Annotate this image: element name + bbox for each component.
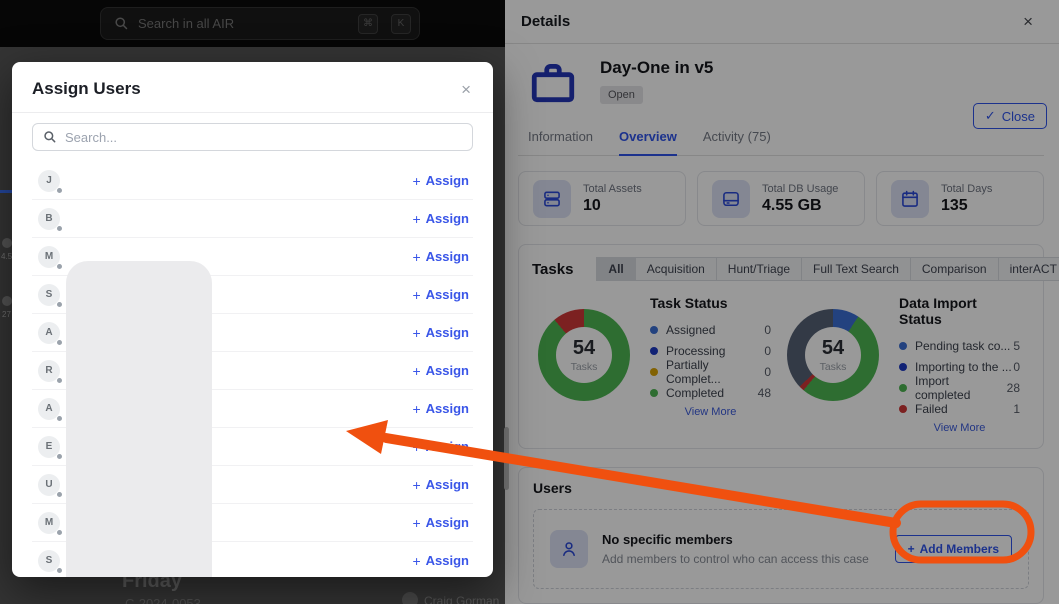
avatar-initial: A xyxy=(45,327,52,338)
assign-label: Assign xyxy=(426,363,469,378)
plus-icon: + xyxy=(412,553,420,569)
avatar: S xyxy=(38,550,60,572)
avatar-initial: S xyxy=(46,289,53,300)
global-search-input[interactable]: ⌘ K xyxy=(100,7,420,40)
global-search-field[interactable] xyxy=(138,16,345,31)
user-search-box[interactable] xyxy=(32,123,473,151)
avatar: J xyxy=(38,170,60,192)
assign-button[interactable]: + Assign xyxy=(412,249,469,265)
status-dot xyxy=(56,225,63,232)
assign-button[interactable]: + Assign xyxy=(412,439,469,455)
top-bar: ⌘ K xyxy=(0,0,505,47)
avatar-initial: A xyxy=(45,403,52,414)
screen: ⌘ K 4.5 27 Friday C-2024-0053 Craig Gorm… xyxy=(0,0,1059,604)
assign-label: Assign xyxy=(426,249,469,264)
plus-icon: + xyxy=(412,401,420,417)
avatar-initial: R xyxy=(45,365,52,376)
plus-icon: + xyxy=(412,287,420,303)
status-dot xyxy=(56,263,63,270)
status-dot xyxy=(56,567,63,574)
avatar: M xyxy=(38,512,60,534)
assign-button[interactable]: + Assign xyxy=(412,553,469,569)
plus-icon: + xyxy=(412,249,420,265)
avatar: A xyxy=(38,398,60,420)
status-dot xyxy=(56,187,63,194)
background-user-avatar xyxy=(402,592,418,604)
command-key-badge: ⌘ xyxy=(358,14,378,34)
avatar: R xyxy=(38,360,60,382)
assign-label: Assign xyxy=(426,401,469,416)
k-key-badge: K xyxy=(391,14,411,34)
modal-close-icon[interactable]: × xyxy=(461,81,471,98)
assign-button[interactable]: + Assign xyxy=(412,363,469,379)
background-value: 4.5 xyxy=(1,252,12,261)
redaction-overlay xyxy=(66,261,212,577)
assign-label: Assign xyxy=(426,287,469,302)
plus-icon: + xyxy=(412,439,420,455)
modal-title: Assign Users xyxy=(32,79,141,99)
assign-users-modal: Assign Users × J + Assign xyxy=(12,62,493,577)
avatar: U xyxy=(38,474,60,496)
assign-button[interactable]: + Assign xyxy=(412,173,469,189)
user-search-input[interactable] xyxy=(65,130,462,145)
background-user-name: Craig Gorman xyxy=(424,594,499,604)
status-dot xyxy=(56,453,63,460)
status-dot xyxy=(56,415,63,422)
background-avatar xyxy=(2,238,12,248)
status-dot xyxy=(56,491,63,498)
assign-label: Assign xyxy=(426,477,469,492)
plus-icon: + xyxy=(412,515,420,531)
assign-button[interactable]: + Assign xyxy=(412,287,469,303)
assign-label: Assign xyxy=(426,173,469,188)
plus-icon: + xyxy=(412,363,420,379)
avatar-initial: U xyxy=(45,479,52,490)
scrollbar-thumb[interactable] xyxy=(504,427,509,490)
background-accent-bar xyxy=(0,190,12,193)
avatar: S xyxy=(38,284,60,306)
assign-label: Assign xyxy=(426,553,469,568)
avatar-initial: S xyxy=(46,555,53,566)
avatar: A xyxy=(38,322,60,344)
status-dot xyxy=(56,529,63,536)
assign-button[interactable]: + Assign xyxy=(412,211,469,227)
avatar: B xyxy=(38,208,60,230)
assign-button[interactable]: + Assign xyxy=(412,401,469,417)
assign-button[interactable]: + Assign xyxy=(412,515,469,531)
avatar-initial: J xyxy=(46,175,52,186)
background-value: 27 xyxy=(2,310,11,319)
avatar-initial: M xyxy=(45,251,53,262)
assign-label: Assign xyxy=(426,325,469,340)
assign-button[interactable]: + Assign xyxy=(412,325,469,341)
user-row: J + Assign xyxy=(32,162,473,200)
avatar-initial: E xyxy=(46,441,53,452)
plus-icon: + xyxy=(412,173,420,189)
assign-label: Assign xyxy=(426,211,469,226)
status-dot xyxy=(56,377,63,384)
avatar: E xyxy=(38,436,60,458)
status-dot xyxy=(56,301,63,308)
background-case-number: C-2024-0053 xyxy=(125,596,201,604)
avatar-initial: M xyxy=(45,517,53,528)
search-icon xyxy=(114,16,129,31)
plus-icon: + xyxy=(412,325,420,341)
search-icon xyxy=(43,130,57,144)
plus-icon: + xyxy=(412,211,420,227)
plus-icon: + xyxy=(412,477,420,493)
status-dot xyxy=(56,339,63,346)
avatar-initial: B xyxy=(45,213,52,224)
modal-header: Assign Users × xyxy=(12,62,493,113)
dim-overlay xyxy=(505,0,1059,604)
assign-label: Assign xyxy=(426,515,469,530)
user-list: J + Assign B + Assign xyxy=(12,162,493,577)
assign-button[interactable]: + Assign xyxy=(412,477,469,493)
background-avatar xyxy=(2,296,12,306)
user-row: B + Assign xyxy=(32,200,473,238)
assign-label: Assign xyxy=(426,439,469,454)
avatar: M xyxy=(38,246,60,268)
